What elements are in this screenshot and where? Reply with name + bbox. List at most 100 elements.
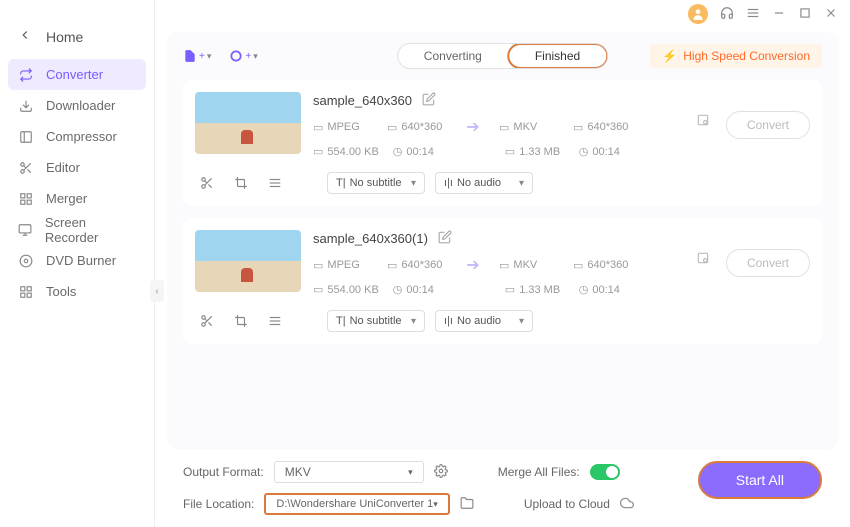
add-file-button[interactable]: +▾ [183, 49, 211, 63]
location-select[interactable]: D:\Wondershare UniConverter 1▾ [264, 493, 449, 515]
tabs: Converting Finished [397, 43, 608, 69]
sidebar-home[interactable]: Home [0, 28, 154, 59]
clock-icon: ◷ [579, 283, 589, 296]
high-speed-label: High Speed Conversion [683, 49, 810, 63]
sidebar-item-compressor[interactable]: Compressor [0, 121, 154, 152]
add-url-button[interactable]: +▾ [229, 49, 257, 63]
dst-size: 1.33 MB [519, 284, 560, 296]
arrow-right-icon: ➔ [461, 117, 485, 137]
clock-icon: ◷ [579, 145, 589, 158]
chevron-down-icon: ▾ [519, 178, 524, 189]
tab-converting[interactable]: Converting [398, 44, 508, 68]
chevron-down-icon: ▾ [411, 316, 416, 327]
user-avatar-icon[interactable] [688, 4, 708, 24]
sidebar-item-label: Editor [46, 160, 80, 175]
file-item: sample_640x360 ▭MPEG ▭640*360 ➔ ▭MKV ▭64… [183, 80, 822, 206]
start-all-button[interactable]: Start All [698, 461, 822, 499]
sidebar-item-tools[interactable]: Tools [0, 276, 154, 307]
subtitle-dropdown[interactable]: T|No subtitle▾ [327, 310, 425, 332]
crop-button[interactable] [229, 311, 253, 331]
merge-toggle[interactable] [590, 464, 620, 480]
dst-dur: 00:14 [592, 146, 620, 158]
clock-icon: ◷ [393, 283, 403, 296]
dst-res: 640*360 [587, 121, 628, 133]
edit-name-icon[interactable] [422, 92, 436, 109]
effects-button[interactable] [263, 311, 287, 331]
titlebar [155, 0, 850, 28]
folder-icon: ▭ [313, 283, 323, 296]
sidebar-item-downloader[interactable]: Downloader [0, 90, 154, 121]
trim-button[interactable] [195, 173, 219, 193]
audio-dropdown[interactable]: ı|ıNo audio▾ [435, 310, 533, 332]
file-name: sample_640x360 [313, 93, 412, 108]
sidebar-item-merger[interactable]: Merger [0, 183, 154, 214]
close-icon[interactable] [824, 6, 838, 23]
dst-res: 640*360 [587, 259, 628, 271]
sidebar-item-recorder[interactable]: Screen Recorder [0, 214, 154, 245]
file-name: sample_640x360(1) [313, 231, 428, 246]
content: +▾ +▾ Converting Finished ⚡ High Speed C… [155, 28, 850, 527]
sidebar-item-converter[interactable]: Converter [8, 59, 146, 90]
maximize-icon[interactable] [798, 6, 812, 23]
video-thumbnail[interactable] [195, 230, 301, 292]
collapse-sidebar-button[interactable]: ‹ [150, 280, 164, 302]
video-icon: ▭ [313, 121, 323, 134]
recorder-icon [18, 222, 33, 238]
src-format: MPEG [327, 259, 359, 271]
sidebar: Home Converter Downloader Compressor Edi… [0, 0, 155, 527]
sidebar-item-dvd[interactable]: DVD Burner [0, 245, 154, 276]
minimize-icon[interactable] [772, 6, 786, 23]
sidebar-item-editor[interactable]: Editor [0, 152, 154, 183]
card-header: +▾ +▾ Converting Finished ⚡ High Speed C… [183, 44, 822, 68]
sidebar-item-label: Converter [46, 67, 103, 82]
src-dur: 00:14 [406, 146, 434, 158]
video-icon: ▭ [499, 121, 509, 134]
src-dur: 00:14 [406, 284, 434, 296]
src-format: MPEG [327, 121, 359, 133]
src-res: 640*360 [401, 259, 442, 271]
header-add-buttons: +▾ +▾ [183, 49, 258, 63]
editor-icon [18, 160, 34, 176]
sidebar-item-label: Tools [46, 284, 76, 299]
cloud-icon[interactable] [620, 496, 634, 513]
sidebar-list: Converter Downloader Compressor Editor M… [0, 59, 154, 307]
settings-icon[interactable] [696, 113, 710, 130]
subtitle-dropdown[interactable]: T|No subtitle▾ [327, 172, 425, 194]
menu-icon[interactable] [746, 6, 760, 23]
file-list: sample_640x360 ▭ MPEG ▭ 640*360 ➔ ▭ MKV ▭ 64… [183, 80, 822, 437]
merger-icon [18, 191, 34, 207]
tab-finished[interactable]: Finished [507, 43, 608, 69]
high-speed-badge[interactable]: ⚡ High Speed Conversion [650, 44, 822, 68]
video-thumbnail[interactable] [195, 92, 301, 154]
folder-icon: ▭ [313, 145, 323, 158]
dst-format: MKV [513, 121, 537, 133]
sidebar-item-label: Screen Recorder [45, 215, 136, 245]
trim-button[interactable] [195, 311, 219, 331]
folder-icon: ▭ [505, 145, 515, 158]
main-area: +▾ +▾ Converting Finished ⚡ High Speed C… [155, 0, 850, 527]
open-folder-icon[interactable] [460, 496, 474, 513]
output-format-select[interactable]: MKV▾ [274, 461, 424, 483]
dvd-icon [18, 253, 34, 269]
src-size: 554.00 KB [327, 146, 378, 158]
merge-label: Merge All Files: [498, 465, 580, 479]
audio-dropdown[interactable]: ı|ıNo audio▾ [435, 172, 533, 194]
arrow-right-icon: ➔ [461, 255, 485, 275]
crop-button[interactable] [229, 173, 253, 193]
convert-button[interactable]: Convert [726, 249, 810, 277]
settings-icon[interactable] [696, 251, 710, 268]
video-icon: ▭ [313, 259, 323, 272]
resolution-icon: ▭ [573, 259, 583, 272]
edit-name-icon[interactable] [438, 230, 452, 247]
location-label: File Location: [183, 497, 254, 511]
effects-button[interactable] [263, 173, 287, 193]
clock-icon: ◷ [393, 145, 403, 158]
video-icon: ▭ [499, 259, 509, 272]
chevron-left-icon: ‹ [155, 286, 158, 297]
dst-size: 1.33 MB [519, 146, 560, 158]
chevron-down-icon: ▾ [411, 178, 416, 189]
gear-icon[interactable] [434, 464, 448, 481]
resolution-icon: ▭ [387, 121, 397, 134]
headset-icon[interactable] [720, 6, 734, 23]
convert-button[interactable]: Convert [726, 111, 810, 139]
